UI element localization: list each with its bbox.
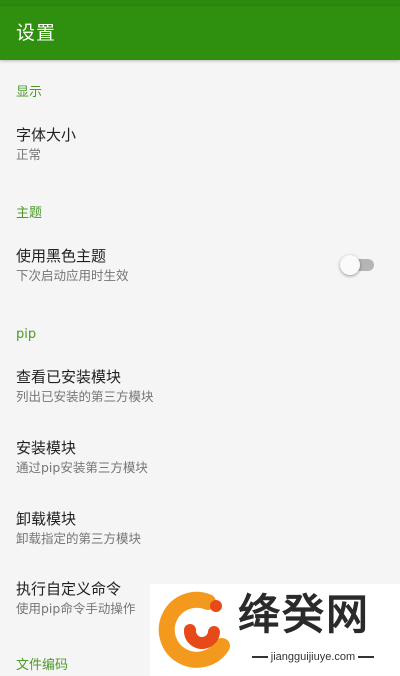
- watermark-text: 绛癸网: [238, 590, 371, 639]
- watermark-url-text: jiangguijiuye.com: [270, 651, 356, 663]
- pref-summary: 正常: [16, 147, 42, 162]
- pref-summary: 列出已安装的第三方模块: [16, 389, 154, 404]
- pref-title: 字体大小: [16, 126, 77, 144]
- pref-title: 执行自定义命令: [16, 580, 122, 598]
- pref-title: 使用黑色主题: [16, 247, 107, 265]
- pref-summary: 使用pip命令手动操作: [16, 601, 136, 616]
- pref-installed-modules[interactable]: 查看已安装模块 列出已安装的第三方模块: [0, 366, 400, 422]
- pref-title: 查看已安装模块: [16, 368, 122, 386]
- pref-install-module[interactable]: 安装模块 通过pip安装第三方模块: [0, 437, 400, 493]
- app-toolbar: 设置: [0, 6, 400, 60]
- pref-summary: 通过pip安装第三方模块: [16, 460, 148, 475]
- pref-summary: 卸载指定的第三方模块: [16, 531, 142, 546]
- section-header-display: 显示: [16, 85, 43, 100]
- dark-theme-switch[interactable]: [340, 254, 374, 276]
- section-header-pip: pip: [16, 327, 37, 342]
- pref-font-size[interactable]: 字体大小 正常: [0, 124, 400, 180]
- pref-dark-theme[interactable]: 使用黑色主题 下次启动应用时生效: [0, 245, 400, 301]
- pref-summary: 下次启动应用时生效: [16, 268, 129, 283]
- watermark-logo-icon: [158, 591, 230, 668]
- switch-thumb: [340, 255, 360, 275]
- page-title: 设置: [16, 22, 57, 44]
- watermark-url: jiangguijiuye.com: [238, 650, 388, 664]
- section-header-encoding: 文件编码: [16, 658, 69, 673]
- section-header-theme: 主题: [16, 206, 43, 221]
- pref-title: 安装模块: [16, 439, 77, 457]
- pref-title: 卸载模块: [16, 510, 77, 528]
- watermark: 绛癸网 jiangguijiuye.com: [150, 584, 400, 676]
- pref-uninstall-module[interactable]: 卸载模块 卸载指定的第三方模块: [0, 508, 400, 564]
